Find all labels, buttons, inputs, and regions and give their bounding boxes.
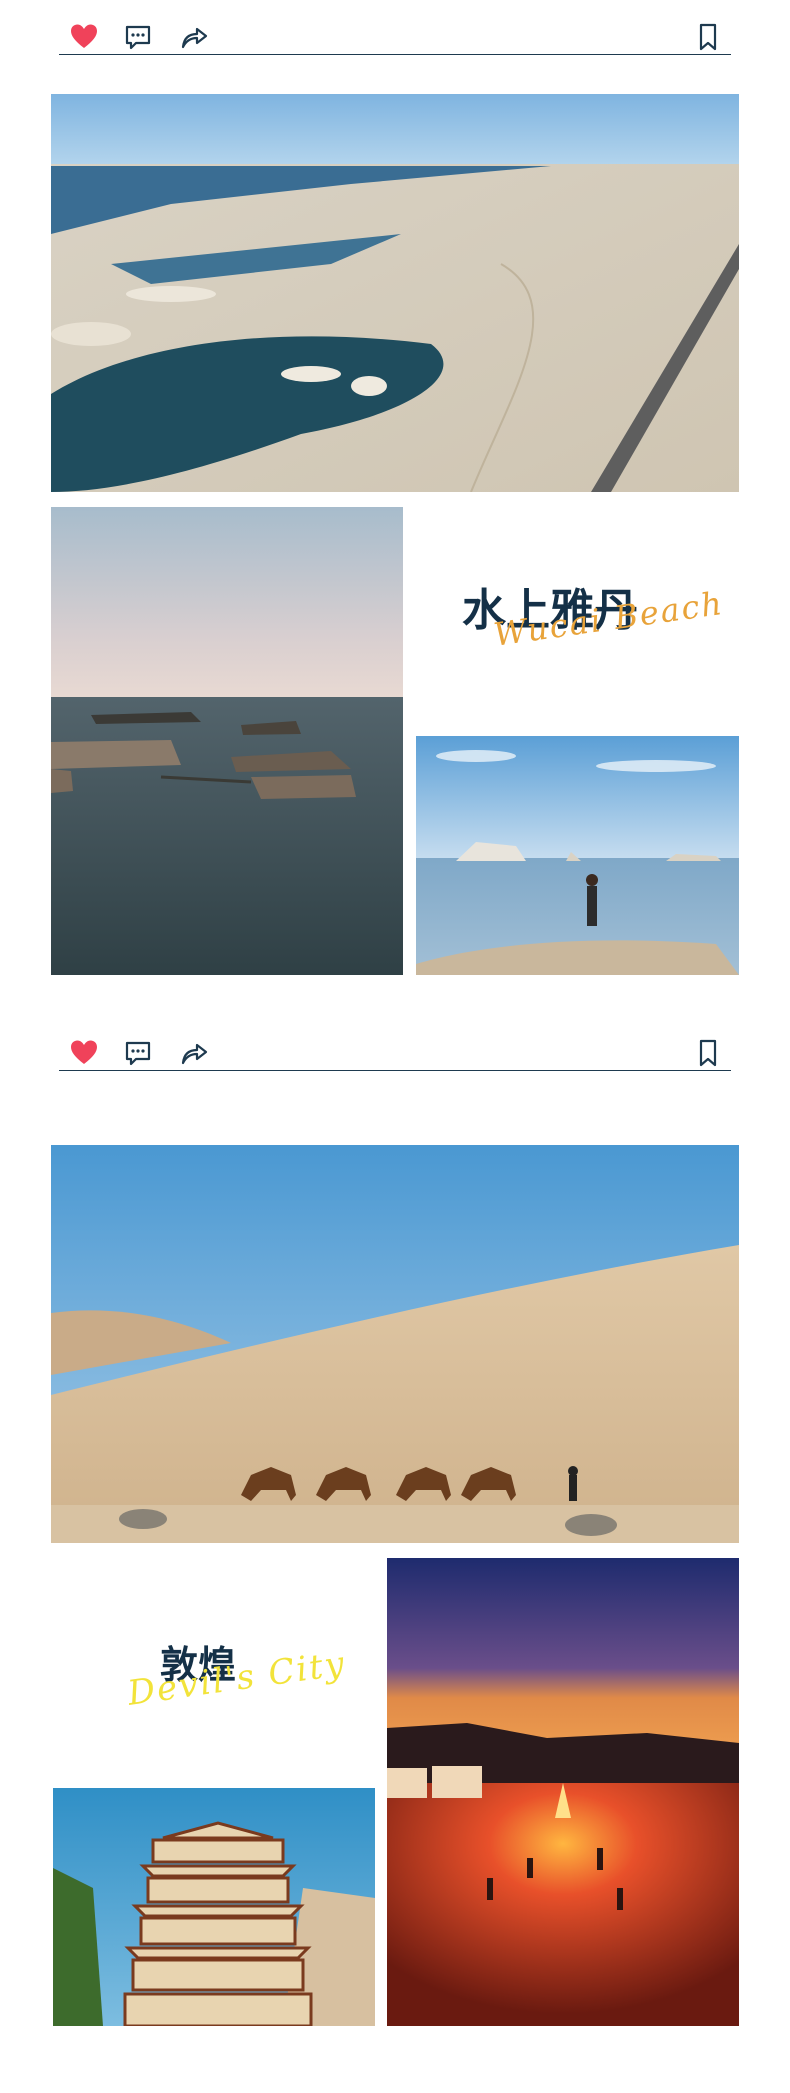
share-icon[interactable] [179,1038,209,1068]
yardang-lake-sunset-photo[interactable] [51,507,403,975]
bookmark-icon[interactable] [693,1038,723,1068]
yardang-aerial-photo[interactable] [51,94,739,492]
camel-caravan-dunes-photo[interactable] [51,1145,739,1543]
post-2-title: 敦煌 Devil's City [120,1620,390,1730]
post-1-title: 水上雅丹 Wucai Beach [450,560,740,670]
comment-icon[interactable] [123,22,153,52]
bookmark-icon[interactable] [693,22,723,52]
heart-icon[interactable] [69,22,99,52]
post-2-title-script: Devil's City [125,1643,349,1714]
pagoda-temple-photo[interactable] [53,1788,375,2026]
desert-bonfire-camp-photo[interactable] [387,1558,739,2026]
share-icon[interactable] [179,22,209,52]
heart-icon[interactable] [69,1038,99,1068]
post-1-action-bar [59,14,731,55]
post-2-action-bar [59,1030,731,1071]
comment-icon[interactable] [123,1038,153,1068]
person-on-shore-photo[interactable] [416,736,739,975]
